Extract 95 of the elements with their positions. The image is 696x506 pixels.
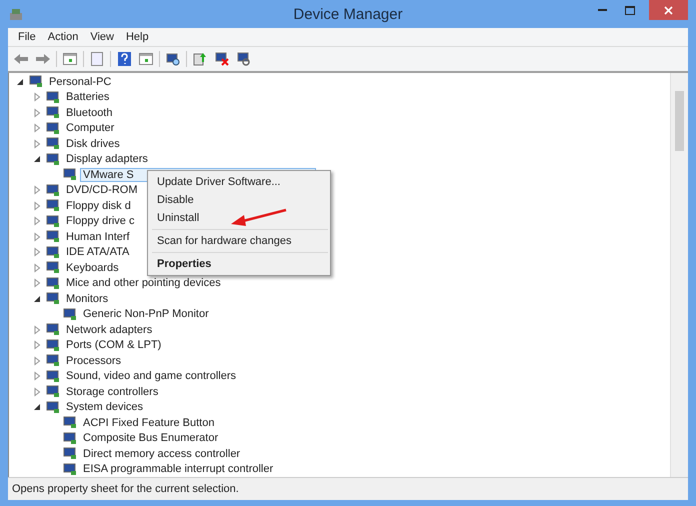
- device-icon: [46, 152, 60, 166]
- collapse-arrow-icon[interactable]: [15, 76, 25, 87]
- tree-item[interactable]: Floppy disk d: [63, 198, 134, 213]
- expand-arrow-icon[interactable]: [32, 138, 42, 149]
- context-menu-item[interactable]: Update Driver Software...: [148, 173, 330, 191]
- expand-arrow-icon[interactable]: [32, 123, 42, 134]
- collapse-arrow-icon[interactable]: [32, 154, 42, 164]
- help-icon[interactable]: [115, 50, 133, 68]
- expand-arrow-icon[interactable]: [32, 371, 42, 382]
- tree-item[interactable]: ACPI Fixed Feature Button: [80, 416, 218, 430]
- device-icon: [63, 447, 77, 460]
- menu-item[interactable]: Help: [120, 31, 155, 43]
- expand-arrow-icon[interactable]: [32, 216, 42, 226]
- app-icon: [8, 8, 24, 22]
- window-title: Device Manager: [293, 6, 403, 23]
- expand-arrow-icon[interactable]: [32, 386, 42, 397]
- device-icon: [46, 246, 60, 259]
- expand-arrow-icon[interactable]: [32, 247, 42, 258]
- tree-item[interactable]: Disk drives: [63, 136, 123, 151]
- device-icon: [46, 338, 60, 352]
- expand-arrow-icon[interactable]: [32, 200, 42, 211]
- minimize-icon: [598, 8, 606, 12]
- tree-item[interactable]: EISA programmable interrupt controller: [80, 462, 276, 476]
- device-icon: [46, 122, 60, 135]
- tree-item[interactable]: Floppy drive c: [63, 214, 138, 228]
- expand-arrow-icon[interactable]: [32, 232, 42, 242]
- tree-item[interactable]: Batteries: [63, 90, 112, 104]
- menu-item[interactable]: File: [12, 31, 42, 43]
- tree-item[interactable]: Generic Non-PnP Monitor: [80, 307, 212, 322]
- collapse-arrow-icon[interactable]: [32, 294, 42, 304]
- expand-arrow-icon[interactable]: [32, 340, 42, 350]
- tree-item[interactable]: Keyboards: [63, 260, 122, 275]
- device-icon: [63, 432, 77, 445]
- device-icon: [63, 168, 77, 182]
- tree-item[interactable]: Ports (COM & LPT): [63, 338, 164, 352]
- expand-arrow-icon[interactable]: [32, 92, 42, 102]
- tree-item[interactable]: Direct memory access controller: [80, 446, 244, 461]
- context-menu-item[interactable]: Uninstall: [148, 209, 330, 227]
- computer-icon: [29, 75, 43, 88]
- device-icon: [63, 462, 77, 476]
- device-icon: [46, 184, 60, 197]
- device-icon: [46, 199, 60, 212]
- window-icon[interactable]: [137, 50, 155, 68]
- device-icon: [46, 400, 60, 414]
- maximize-icon: [625, 6, 635, 14]
- device-icon: [46, 292, 60, 306]
- close-button[interactable]: [649, 0, 688, 20]
- context-menu-item[interactable]: Scan for hardware changes: [148, 232, 330, 250]
- device-icon: [46, 323, 60, 336]
- context-menu-item[interactable]: Properties: [148, 255, 330, 273]
- expand-arrow-icon[interactable]: [32, 108, 42, 118]
- tree-item[interactable]: Sound, video and game controllers: [63, 369, 239, 384]
- tree-item[interactable]: Storage controllers: [63, 384, 162, 399]
- scrollbar[interactable]: [670, 73, 688, 477]
- expand-arrow-icon[interactable]: [32, 262, 42, 273]
- tree-item[interactable]: Monitors: [63, 292, 112, 306]
- device-icon: [46, 230, 60, 244]
- window-icon[interactable]: [61, 50, 79, 68]
- device-icon: [46, 137, 60, 150]
- tree-item[interactable]: Display adapters: [63, 152, 151, 166]
- tree-item[interactable]: IDE ATA/ATA: [63, 245, 132, 260]
- document-icon[interactable]: [88, 50, 106, 68]
- tree-item[interactable]: System devices: [63, 400, 146, 414]
- tree-item[interactable]: Computer: [63, 121, 118, 136]
- arrow-drawing: [231, 207, 287, 229]
- tree-item[interactable]: Personal-PC: [46, 74, 114, 89]
- expand-arrow-icon[interactable]: [32, 356, 42, 366]
- tree-item[interactable]: Human Interf: [63, 230, 133, 244]
- device-icon: [46, 276, 60, 290]
- device-icon: [46, 354, 60, 368]
- tree-item[interactable]: Network adapters: [63, 322, 156, 337]
- uninstall-icon[interactable]: [213, 50, 231, 68]
- expand-arrow-icon[interactable]: [32, 185, 42, 196]
- device-icon: [63, 416, 77, 430]
- context-menu-item[interactable]: Disable: [148, 191, 330, 209]
- scrollbar-thumb[interactable]: [675, 91, 684, 151]
- device-icon: [63, 308, 77, 321]
- close-icon: [664, 6, 673, 14]
- device-icon: [46, 106, 60, 120]
- expand-arrow-icon[interactable]: [32, 324, 42, 335]
- device-icon: [46, 90, 60, 104]
- device-icon: [46, 385, 60, 398]
- status-text: Opens property sheet for the current selection.: [8, 477, 688, 500]
- tree-item[interactable]: Bluetooth: [63, 106, 116, 120]
- tree-item[interactable]: Mice and other pointing devices: [63, 276, 224, 290]
- menu-item[interactable]: Action: [42, 31, 84, 43]
- tree-item[interactable]: DVD/CD-ROM: [63, 183, 140, 198]
- device-icon: [46, 261, 60, 274]
- expand-arrow-icon[interactable]: [32, 278, 42, 288]
- tree-item[interactable]: Composite Bus Enumerator: [80, 431, 222, 446]
- device-icon: [46, 214, 60, 228]
- menu-item[interactable]: View: [84, 31, 120, 43]
- collapse-arrow-icon[interactable]: [32, 402, 42, 412]
- device-icon: [46, 370, 60, 383]
- tree-item[interactable]: Processors: [63, 354, 124, 368]
